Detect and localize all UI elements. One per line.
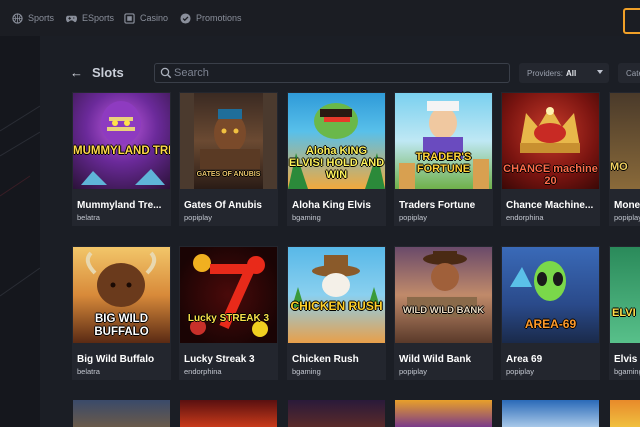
game-art-text: ELVI [612,307,636,319]
game-art-text: WILD WILD BANK [402,305,485,316]
chevron-down-icon [597,70,603,74]
casino-card-icon [124,12,135,24]
game-title: Chicken Rush [292,354,359,365]
game-title: Mummyland Tre... [77,200,162,211]
game-art-gates-of-anubis: GATES OF ANUBIS [180,93,277,189]
game-provider: belatra [77,213,100,222]
game-provider: popiplay [614,213,640,222]
game-provider: bgaming [614,367,640,376]
game-card-row3-3[interactable] [288,400,385,427]
game-art-text: MO [610,161,628,173]
game-card-row3-1[interactable] [73,400,170,427]
game-art-text: CHICKEN RUSH [290,299,383,313]
game-art-wild-wild-bank: WILD WILD BANK [395,247,492,343]
game-provider: popiplay [399,367,427,376]
promotions-check-icon [180,12,191,24]
game-provider: popiplay [399,213,427,222]
game-art-text: AREA-69 [524,317,577,331]
nav-casino[interactable]: Casino [124,11,168,25]
background-decoration [0,105,40,297]
game-art-big-wild-buffalo: BIG WILD BUFFALO [73,247,170,343]
account-button[interactable] [623,8,640,34]
nav-sports-label: Sports [28,13,55,23]
game-art-elvis: ELVI [610,247,640,343]
game-art-text: TRADER'S FORTUNE [415,151,472,175]
nav-promotions[interactable]: Promotions [180,11,242,25]
game-art-chicken-rush: CHICKEN RUSH [288,247,385,343]
game-provider: bgaming [292,367,321,376]
top-nav-bar: Sports ESports Casino Promotions [0,0,640,36]
game-art-traders-fortune: TRADER'S FORTUNE [395,93,492,189]
nav-sports[interactable]: Sports [12,11,54,25]
sports-ball-icon [12,12,23,24]
categories-dropdown[interactable]: Cate [618,63,640,83]
search-icon [160,67,172,79]
game-card-elvis[interactable]: ELVI Elvis bgaming [609,246,640,380]
categories-label: Cate [626,68,640,78]
nav-promotions-label: Promotions [196,13,242,23]
nav-esports-label: ESports [82,13,115,23]
game-card-big-wild-buffalo[interactable]: BIG WILD BUFFALO Big Wild Buffalo belatr… [72,246,171,380]
game-art-lucky-streak-3: Lucky STREAK 3 [180,247,277,343]
game-card-gates-of-anubis[interactable]: GATES OF ANUBIS Gates Of Anubis popiplay [179,92,278,226]
game-card-lucky-streak-3[interactable]: Lucky STREAK 3 Lucky Streak 3 endorphina [179,246,278,380]
game-card-row3-2[interactable] [180,400,277,427]
gamepad-icon [66,13,77,24]
game-title: Elvis [614,354,638,365]
game-card-wild-wild-bank[interactable]: WILD WILD BANK Wild Wild Bank popiplay [394,246,493,380]
providers-value: All [566,68,577,78]
game-art-text: BIG WILD BUFFALO [94,313,149,338]
game-card-money[interactable]: MO Mone popiplay [609,92,640,226]
game-provider: endorphina [506,213,544,222]
game-art-text: Lucky STREAK 3 [187,313,270,324]
game-card-area-69[interactable]: AREA-69 Area 69 popiplay [501,246,600,380]
game-card-row3-4[interactable] [395,400,492,427]
nav-esports[interactable]: ESports [66,11,114,25]
game-card-chicken-rush[interactable]: CHICKEN RUSH Chicken Rush bgaming [287,246,386,380]
game-art-text: CHANCE machine 20 [503,163,598,187]
game-card-mummyland-treasures[interactable]: MUMMYLAND TREASURES Mummyland Tre... bel… [72,92,171,226]
game-provider: belatra [77,367,100,376]
game-title: Gates Of Anubis [184,200,262,211]
search-input[interactable] [174,65,494,81]
game-title: Lucky Streak 3 [184,354,255,365]
game-title: Big Wild Buffalo [77,354,155,365]
game-card-chance-machine[interactable]: CHANCE machine 20 Chance Machine... endo… [501,92,600,226]
game-art-aloha-king-elvis: Aloha KING ELVIS! HOLD AND WIN [288,93,385,189]
providers-dropdown[interactable]: Providers: All [519,63,609,83]
nav-casino-label: Casino [140,13,169,23]
game-art-area-69: AREA-69 [502,247,599,343]
game-art-text: Aloha KING ELVIS! HOLD AND WIN [288,145,385,181]
providers-label: Providers: [527,68,564,78]
game-art-mummyland: MUMMYLAND TREASURES [73,93,170,189]
game-title: Traders Fortune [399,200,476,211]
game-art-text: GATES OF ANUBIS [196,171,261,178]
game-card-row3-5[interactable] [502,400,599,427]
game-card-aloha-king-elvis[interactable]: Aloha KING ELVIS! HOLD AND WIN Aloha Kin… [287,92,386,226]
game-art-text: MUMMYLAND TREASURES [73,145,170,157]
page-title: Slots [92,65,124,80]
game-card-row3-6[interactable] [610,400,640,427]
game-provider: popiplay [184,213,212,222]
game-art-chance-machine: CHANCE machine 20 [502,93,599,189]
back-arrow-icon[interactable]: ← [70,65,83,80]
game-provider: bgaming [292,213,321,222]
game-title: Area 69 [506,354,543,365]
search-box[interactable] [154,63,510,83]
game-provider: endorphina [184,367,222,376]
game-card-traders-fortune[interactable]: TRADER'S FORTUNE Traders Fortune popipla… [394,92,493,226]
game-title: Chance Machine... [506,200,594,211]
game-title: Wild Wild Bank [399,354,472,365]
game-provider: popiplay [506,367,534,376]
game-title: Aloha King Elvis [292,200,371,211]
game-title: Mone [614,200,640,211]
game-art-money: MO [610,93,640,189]
